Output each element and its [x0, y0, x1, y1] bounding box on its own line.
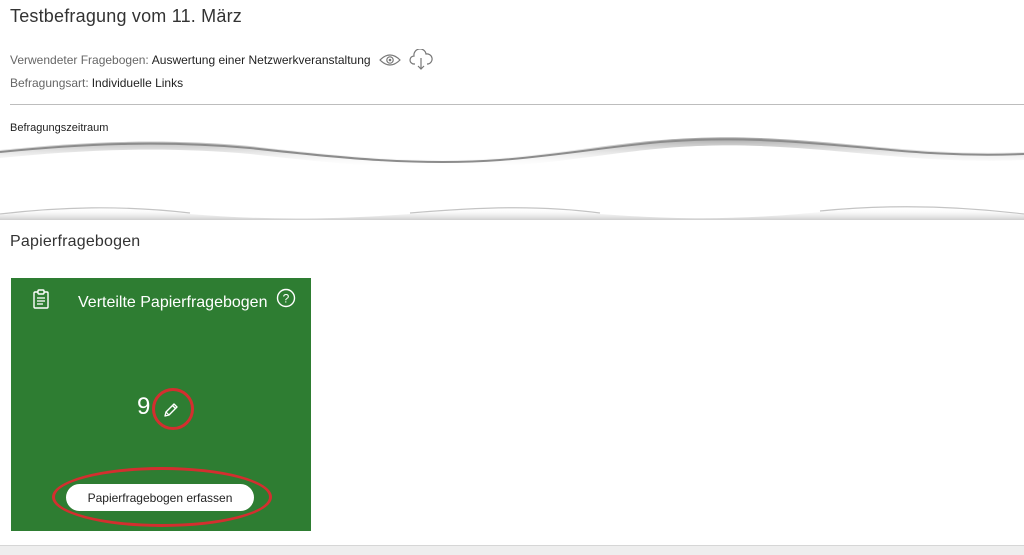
distributed-paper-card: Verteilte Papierfragebogen ? 9 Papierfra…: [11, 278, 311, 531]
cloud-download-icon[interactable]: [408, 49, 433, 71]
questionnaire-label: Verwendeter Fragebogen:: [10, 53, 149, 67]
card-title: Verteilte Papierfragebogen: [78, 294, 268, 311]
paper-count: 9: [137, 393, 151, 420]
eye-icon[interactable]: [378, 53, 401, 67]
page: Testbefragung vom 11. März Verwendeter F…: [0, 0, 1024, 555]
survey-type-value: Individuelle Links: [91, 76, 184, 90]
help-circle-icon[interactable]: ?: [276, 288, 296, 313]
survey-title: Testbefragung vom 11. März: [10, 6, 242, 26]
svg-text:?: ?: [283, 292, 290, 306]
questionnaire-row: Verwendeter Fragebogen: Auswertung einer…: [10, 49, 433, 71]
clipboard-icon: [32, 289, 50, 314]
torn-edge: [0, 137, 1024, 220]
bottom-bar: [0, 545, 1024, 555]
pencil-icon[interactable]: [157, 396, 185, 424]
capture-paper-button[interactable]: Papierfragebogen erfassen: [66, 484, 254, 511]
divider: [10, 104, 1024, 105]
paper-section-title: Papierfragebogen: [10, 233, 141, 250]
questionnaire-value: Auswertung einer Netzwerkveranstaltung: [151, 53, 371, 67]
survey-type-row: Befragungsart: Individuelle Links: [10, 76, 183, 90]
survey-type-label: Befragungsart:: [10, 76, 89, 90]
